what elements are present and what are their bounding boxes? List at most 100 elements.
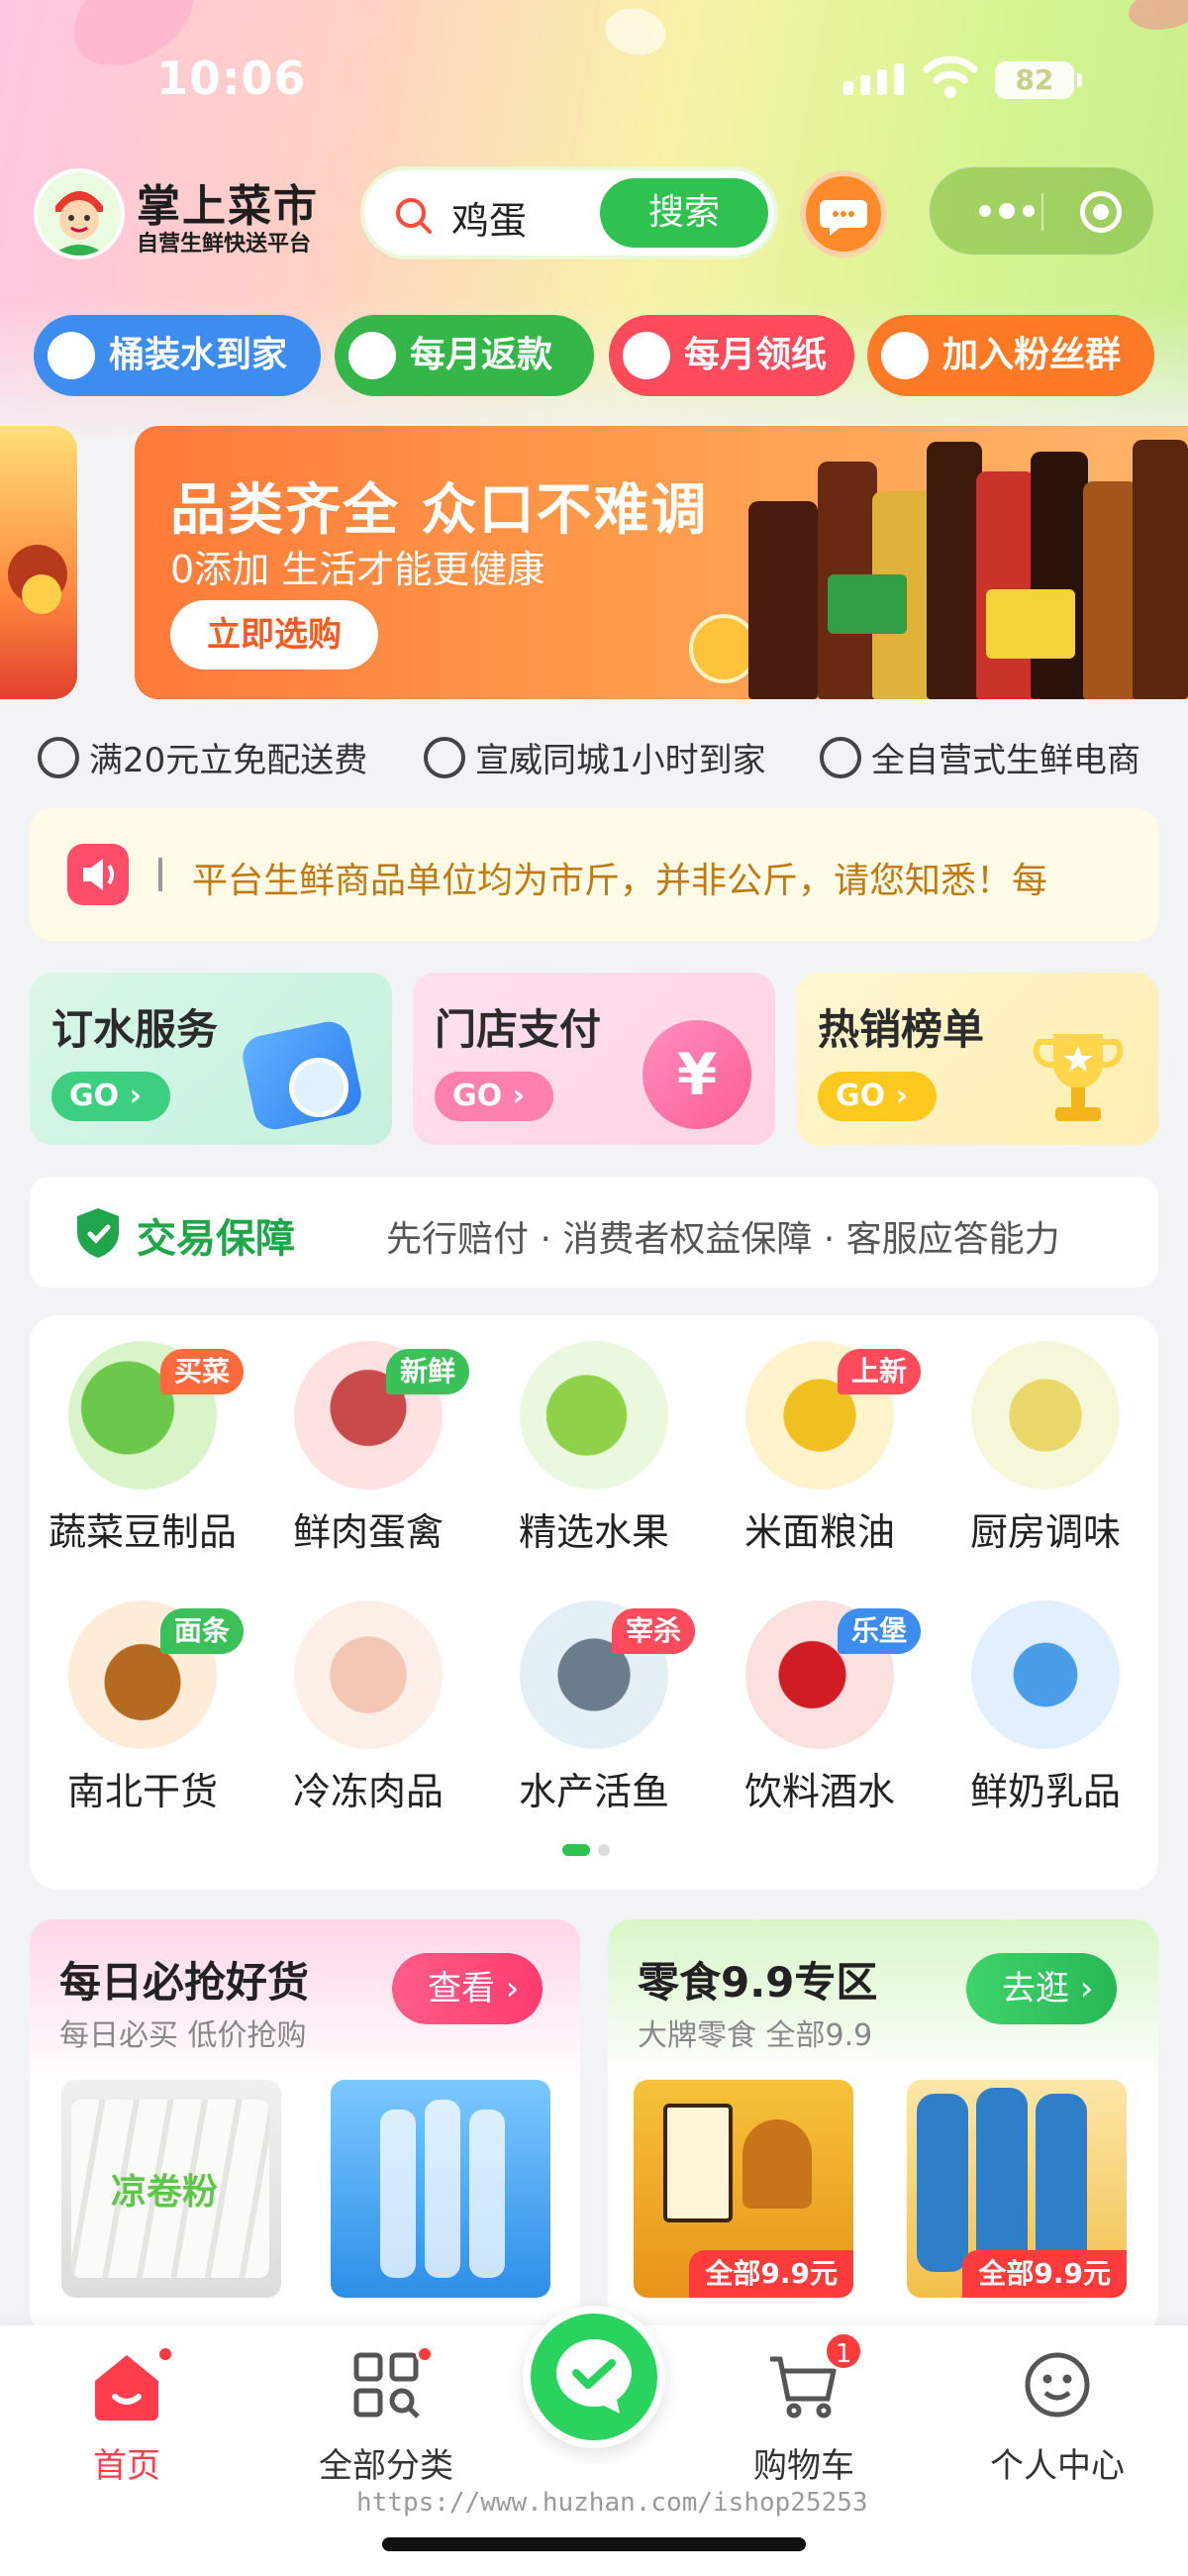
banner-title: 品类齐全 众口不难调 [170, 478, 709, 543]
bestseller-go-button[interactable]: GO › [818, 1072, 937, 1121]
store-pay-card[interactable]: 门店支付 GO › ¥ [413, 973, 775, 1145]
water-service-card[interactable]: 订水服务 GO › [30, 973, 392, 1145]
bestseller-card[interactable]: 热销榜单 GO › [796, 973, 1158, 1145]
category-item[interactable]: 水产活鱼 宰杀 [481, 1600, 707, 1815]
search-icon [396, 198, 432, 234]
cart-count-badge: 1 [824, 2331, 863, 2371]
shop-now-button[interactable]: 立即选购 [170, 600, 378, 670]
banner-subtitle: 0添加 生活才能更健康 [170, 548, 545, 591]
store-pay-title: 门店支付 [435, 1005, 602, 1054]
category-item[interactable]: 南北干货 面条 [30, 1600, 255, 1815]
category-grid: 蔬菜豆制品 买菜 鲜肉蛋禽 新鲜 精选水果 米面粮油 上新 厨房调味 南北干货 面条 冷冻肉品 水产活… [30, 1315, 1158, 1890]
brand-logo[interactable] [34, 168, 125, 259]
browse-button[interactable]: 去逛 › [966, 1953, 1118, 2024]
speaker-icon [67, 844, 129, 905]
snacks-zone-panel[interactable]: 零食9.9专区 大牌零食 全部9.9 去逛 › 全部9.9元 全部9.9元 [608, 1919, 1158, 2335]
go-label: GO [452, 1079, 503, 1113]
search-input[interactable]: 鸡蛋 [451, 190, 527, 245]
pill-label: 每月领纸 [684, 335, 828, 375]
check-bubble-icon [556, 2339, 632, 2414]
quick-pill[interactable]: 每月返款 [335, 315, 594, 396]
notice-divider [158, 858, 162, 891]
category-item[interactable]: 精选水果 [481, 1341, 707, 1556]
service-feature: 全自营式生鲜电商 [820, 733, 1140, 781]
category-label: 冷冻肉品 [292, 1770, 444, 1813]
product-card[interactable]: 全部9.9元 [634, 2080, 853, 2298]
category-image [971, 1600, 1120, 1749]
daily-deals-title: 每日必抢好货 [59, 1958, 310, 2007]
tab-home[interactable]: 首页 [28, 2345, 226, 2487]
search-bar[interactable]: 鸡蛋 搜索 [360, 166, 778, 259]
category-item[interactable]: 饮料酒水 乐堡 [707, 1600, 933, 1815]
category-label: 鲜奶乳品 [969, 1770, 1121, 1813]
quick-pill[interactable]: 每月领纸 [609, 315, 854, 396]
category-badge: 面条 [160, 1608, 245, 1654]
smiley-icon [1018, 2345, 1097, 2424]
more-icon[interactable] [979, 203, 1035, 219]
yen-icon: ¥ [643, 1020, 751, 1129]
product-card[interactable]: 全部9.9元 [907, 2080, 1127, 2298]
go-label: GO [836, 1079, 886, 1113]
home-icon [87, 2345, 174, 2424]
tab-categories[interactable]: 全部分类 [287, 2345, 485, 2487]
quick-pill[interactable]: 加入粉丝群 [867, 315, 1154, 396]
grid-icon [346, 2345, 434, 2424]
tab-profile[interactable]: 个人中心 [958, 2345, 1156, 2487]
view-button[interactable]: 查看 › [392, 1953, 544, 2024]
lightning-icon [424, 736, 465, 778]
pill-icon [623, 332, 670, 379]
tab-cart[interactable]: 1 购物车 [705, 2331, 903, 2487]
trade-guarantee-bar[interactable]: 交易保障 先行赔付 · 消费者权益保障 · 客服应答能力 [30, 1177, 1158, 1288]
price-tag: 全部9.9元 [962, 2250, 1127, 2298]
category-badge: 上新 [838, 1349, 922, 1394]
tab-cart-label: 购物车 [753, 2446, 854, 2486]
pill-icon [881, 332, 929, 379]
product-card[interactable] [331, 2080, 550, 2298]
check-circle-icon [820, 736, 861, 778]
water-service-go-button[interactable]: GO › [51, 1072, 170, 1121]
daily-deals-panel[interactable]: 每日必抢好货 每日必买 低价抢购 查看 › 凉卷粉 [30, 1919, 580, 2335]
chat-icon [820, 200, 867, 236]
snacks-zone-subtitle: 大牌零食 全部9.9 [638, 2018, 873, 2053]
snack-package-image [663, 2104, 733, 2222]
feature-label: 满20元立免配送费 [89, 741, 368, 780]
category-label: 南北干货 [66, 1770, 218, 1813]
quick-pill[interactable]: 桶装水到家 [34, 315, 321, 396]
pill-label: 加入粉丝群 [942, 335, 1122, 375]
banner-prev-slide[interactable] [0, 426, 77, 699]
check-icon [289, 1058, 348, 1117]
message-button[interactable] [800, 170, 887, 258]
signal-icon [843, 63, 904, 95]
category-label: 蔬菜豆制品 [48, 1510, 237, 1554]
category-label: 米面粮油 [743, 1510, 895, 1554]
category-image [971, 1341, 1120, 1490]
shield-icon [77, 1208, 119, 1258]
category-label: 厨房调味 [969, 1510, 1121, 1554]
wechat-contact-button[interactable] [523, 2306, 665, 2448]
category-pager [562, 1844, 610, 1856]
petal-decoration [1129, 0, 1188, 30]
category-item[interactable]: 鲜肉蛋禽 新鲜 [255, 1341, 481, 1556]
capsule-divider [1041, 193, 1043, 231]
price-tag: 全部9.9元 [689, 2250, 853, 2298]
store-pay-go-button[interactable]: GO › [435, 1072, 553, 1121]
feature-label: 全自营式生鲜电商 [871, 741, 1140, 780]
promo-banner[interactable]: 品类齐全 众口不难调 0添加 生活才能更健康 立即选购 [135, 426, 1188, 699]
category-item[interactable]: 冷冻肉品 [255, 1600, 481, 1815]
category-item[interactable]: 蔬菜豆制品 买菜 [30, 1341, 255, 1556]
category-item[interactable]: 厨房调味 [933, 1341, 1158, 1556]
category-item[interactable]: 鲜奶乳品 [933, 1600, 1158, 1815]
notice-bar[interactable]: 平台生鲜商品单位均为市斤，并非公斤，请您知悉！每 [30, 808, 1158, 941]
view-label: 查看 [428, 1969, 495, 2009]
bestseller-title: 热销榜单 [818, 1005, 985, 1054]
wifi-icon [923, 55, 978, 98]
cart-icon: 1 [764, 2331, 863, 2424]
close-miniprogram-icon[interactable] [1080, 191, 1122, 233]
product-card[interactable]: 凉卷粉 [61, 2080, 281, 2298]
category-item[interactable]: 米面粮油 上新 [707, 1341, 933, 1556]
category-label: 水产活鱼 [518, 1770, 669, 1813]
watermark: https://www.huzhan.com/ishop25253 [356, 2488, 868, 2518]
search-button[interactable]: 搜索 [600, 178, 768, 248]
brand-title: 掌上菜市 [137, 181, 319, 232]
go-label: GO [69, 1079, 120, 1113]
